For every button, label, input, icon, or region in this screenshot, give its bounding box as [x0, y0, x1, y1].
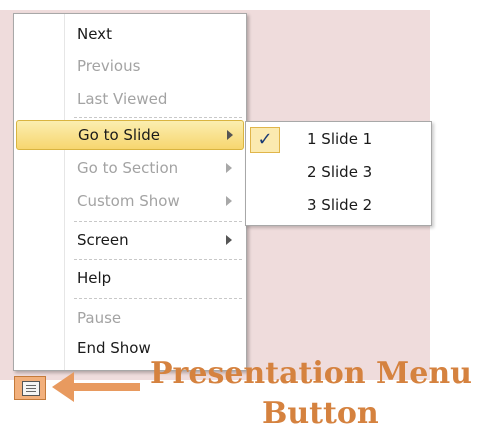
- menu-item-label: Pause: [77, 309, 122, 327]
- menu-separator: [74, 298, 242, 299]
- menu-item-go-to-slide[interactable]: Go to Slide: [16, 120, 244, 150]
- submenu-item-label: 3 Slide 2: [307, 196, 373, 214]
- menu-item-next[interactable]: Next: [16, 20, 242, 48]
- submenu-item-slide-3[interactable]: 2 Slide 3: [246, 157, 431, 189]
- menu-item-last-viewed[interactable]: Last Viewed: [16, 85, 242, 113]
- go-to-slide-submenu: ✓ 1 Slide 1 2 Slide 3 3 Slide 2: [245, 121, 432, 226]
- menu-separator: [74, 117, 242, 118]
- arrow-left-icon: [52, 372, 74, 402]
- callout-arrow-shaft: [72, 383, 140, 391]
- menu-separator: [74, 221, 242, 222]
- chevron-right-icon: [226, 196, 232, 206]
- submenu-item-slide-2[interactable]: 3 Slide 2: [246, 190, 431, 222]
- menu-separator: [74, 259, 242, 260]
- menu-item-help[interactable]: Help: [16, 264, 242, 292]
- presentation-context-menu: Next Previous Last Viewed Go to Slide Go…: [13, 13, 247, 371]
- menu-item-label: End Show: [77, 339, 151, 357]
- presentation-menu-button[interactable]: [14, 376, 46, 400]
- presentation-menu-icon: [22, 381, 40, 396]
- menu-item-pause[interactable]: Pause: [16, 304, 242, 332]
- menu-item-screen[interactable]: Screen: [16, 226, 242, 254]
- menu-item-label: Next: [77, 25, 112, 43]
- menu-item-label: Go to Section: [77, 159, 179, 177]
- menu-item-go-to-section[interactable]: Go to Section: [16, 154, 242, 182]
- menu-item-label: Custom Show: [77, 192, 180, 210]
- callout-caption-line-2: Button: [262, 396, 379, 431]
- menu-item-label: Screen: [77, 231, 129, 249]
- checkmark-icon: ✓: [250, 127, 280, 153]
- chevron-right-icon: [226, 163, 232, 173]
- submenu-item-label: 2 Slide 3: [307, 163, 373, 181]
- menu-item-custom-show[interactable]: Custom Show: [16, 187, 242, 215]
- chevron-right-icon: [226, 235, 232, 245]
- menu-item-label: Help: [77, 269, 112, 287]
- menu-item-label: Previous: [77, 57, 141, 75]
- callout-caption-line-1: Presentation Menu: [150, 356, 472, 391]
- menu-item-previous[interactable]: Previous: [16, 52, 242, 80]
- chevron-right-icon: [227, 130, 233, 140]
- submenu-item-label: 1 Slide 1: [307, 130, 373, 148]
- submenu-item-slide-1[interactable]: ✓ 1 Slide 1: [246, 124, 431, 156]
- menu-item-label: Go to Slide: [78, 126, 161, 144]
- menu-item-label: Last Viewed: [77, 90, 168, 108]
